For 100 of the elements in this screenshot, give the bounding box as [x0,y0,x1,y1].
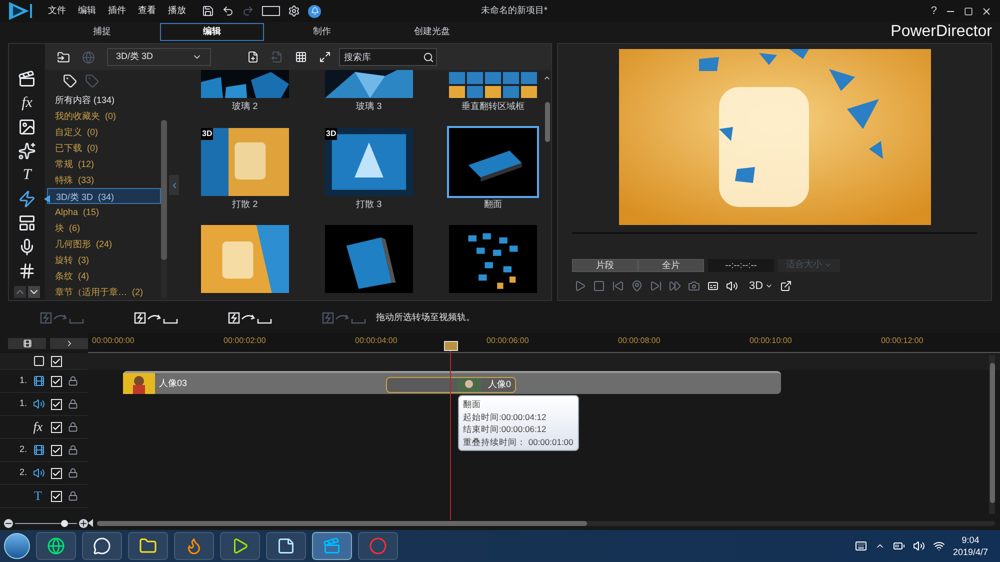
menu-item[interactable]: 插件 [108,4,126,18]
clapperboard-icon [323,537,341,555]
category-item[interactable]: 已下载 (0) [47,140,161,156]
undo-icon[interactable] [222,5,234,17]
resize-icon[interactable] [319,51,331,63]
transition-item[interactable]: 3D 打散 2 [197,128,293,211]
search-field[interactable]: 搜索库 [339,48,437,66]
tooltip-text: 结束时间:00:00:06:12 [463,423,548,436]
rail-button[interactable]: fx [18,94,36,112]
volume-icon[interactable] [726,280,738,292]
voice-icon[interactable] [18,238,36,256]
badge: 3D [201,128,214,140]
zoom-slider-thumb[interactable] [60,520,68,527]
menu-item[interactable]: 播放 [168,4,186,18]
zoom-out-icon[interactable] [4,519,13,528]
aspect-ratio-icon[interactable] [262,6,280,16]
lock-icon[interactable] [68,468,78,478]
category-item[interactable]: 我的收藏夹 (0) [47,108,161,124]
checkbox[interactable] [51,376,62,386]
scrollbar[interactable] [161,120,167,298]
power-icon[interactable] [892,540,905,552]
add-tag-icon[interactable] [63,74,77,88]
category-dropdown[interactable]: 3D/类 3D [107,48,211,66]
category-item[interactable]: 所有内容 (134) [47,92,161,108]
vertical-scrollbar[interactable] [989,355,995,514]
track-manager-button[interactable] [8,338,46,348]
checkbox[interactable] [51,490,62,502]
transition-item[interactable]: 玻璃 2 [197,70,293,114]
playhead-handle[interactable] [444,341,458,351]
stereo-mode-button[interactable]: 3D [749,278,774,294]
menu-icon[interactable] [18,214,36,232]
checkbox[interactable] [51,422,62,432]
category-item[interactable]: 几何图形 (24) [47,236,161,252]
menu-item[interactable]: 文件 [48,4,66,18]
media-icon[interactable] [18,70,36,88]
pip-icon[interactable] [18,118,36,136]
transition-item[interactable]: 玻璃 3 [321,70,417,114]
transition-action-icon[interactable] [134,312,178,324]
search-icon[interactable] [423,52,434,63]
tab[interactable]: 编辑 [160,22,264,40]
category-item[interactable]: Alpha (15) [47,204,161,220]
category-item[interactable]: 常规 (12) [47,156,161,172]
transition-marker[interactable]: 人像0 [386,377,516,393]
category-item[interactable]: 块 (6) [47,220,161,236]
tab[interactable]: 创建光盘 [380,22,484,40]
category-item[interactable]: 3D/类 3D (34) [47,188,161,204]
category-item[interactable]: 自定义 (0) [47,124,161,140]
transition-item[interactable]: 翻面 [445,128,541,211]
lock-icon[interactable] [68,399,78,409]
video-track-icon [33,375,45,387]
category-item[interactable]: 旋转 (3) [47,252,161,268]
subtitle-icon[interactable] [707,280,719,292]
scroll-up-icon[interactable] [543,74,551,82]
checkbox[interactable] [51,444,62,456]
category-item[interactable]: 条纹 (4) [47,268,161,284]
start-button[interactable] [4,533,30,559]
checkbox[interactable] [51,468,62,478]
redo-icon[interactable] [242,5,254,17]
horizontal-scrollbar[interactable] [97,520,994,526]
keyboard-icon[interactable] [854,540,867,552]
menu-item[interactable]: 查看 [138,4,156,18]
transition-item[interactable]: 3D 打散 3 [321,128,417,211]
help-button[interactable]: ? [930,2,937,20]
lock-icon[interactable] [68,491,78,501]
particle-icon[interactable] [18,142,36,160]
tab[interactable]: 制作 [270,22,374,40]
category-item[interactable]: 特殊 (33) [47,172,161,188]
checkbox[interactable] [51,356,62,366]
chapter-icon[interactable] [18,262,36,280]
timecode-field[interactable]: --:--:--:-- [708,258,774,272]
import-icon[interactable] [57,50,70,64]
scroll-down-icon[interactable] [28,286,40,298]
external-display-icon[interactable] [780,280,792,292]
mode-button[interactable]: 全片 [638,258,704,272]
category-item[interactable]: 章节（适用于章… (2) [47,284,161,300]
rail-button[interactable]: T [18,166,36,184]
lock-icon[interactable] [68,422,78,432]
menu-item[interactable]: 编辑 [78,4,96,18]
transition-action-icon[interactable] [228,312,272,324]
notification-button[interactable] [308,4,321,18]
restore-icon[interactable] [964,6,973,16]
mode-button[interactable]: 片段 [572,258,638,272]
tab[interactable]: 捕捉 [50,22,154,40]
collapse-button[interactable] [169,175,179,195]
lock-icon[interactable] [68,376,78,386]
badge: 3D [325,128,338,140]
clock[interactable]: 9:04 2019/4/7 [952,534,996,558]
transition-icon[interactable] [18,190,36,208]
transition-item[interactable]: 垂直翻转区域框 [445,70,541,114]
settings-icon[interactable] [288,5,300,17]
lock-icon[interactable] [68,445,78,455]
save-icon[interactable] [202,5,214,17]
add-icon[interactable] [247,51,259,63]
app-logo-icon [9,2,35,20]
zoom-in-icon[interactable] [79,519,88,528]
volume-icon[interactable] [912,540,925,552]
checkbox[interactable] [51,398,62,410]
transition-label: 打散 2 [232,198,258,210]
close-icon[interactable] [981,6,992,16]
window-title: 未命名的新项目* [481,4,548,18]
